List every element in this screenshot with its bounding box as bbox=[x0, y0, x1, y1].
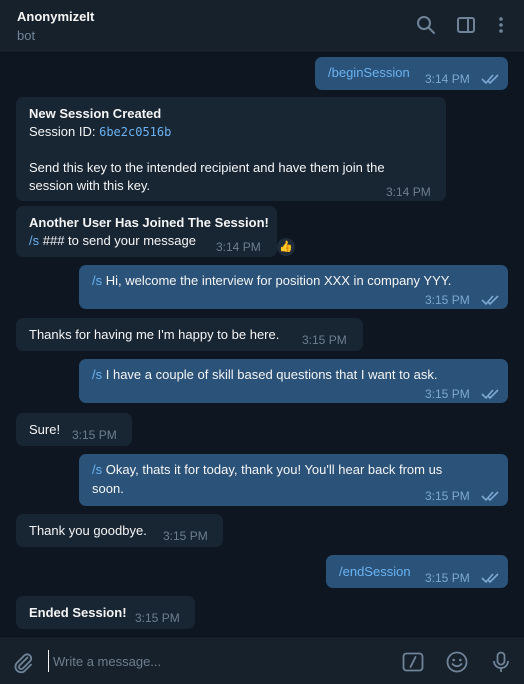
message-incoming[interactable]: Thank you goodbye. 3:15 PM bbox=[16, 514, 223, 547]
message-outgoing[interactable]: /s Hi, welcome the interview for positio… bbox=[79, 265, 508, 309]
message-text: Send this key to the intended recipient … bbox=[29, 160, 385, 175]
command-link[interactable]: /s bbox=[92, 462, 102, 477]
session-id-value[interactable]: 6be2c0516b bbox=[99, 125, 171, 139]
command-link[interactable]: /beginSession bbox=[328, 64, 410, 82]
message-time: 3:15 PM bbox=[425, 571, 470, 585]
command-link[interactable]: /endSession bbox=[339, 563, 411, 581]
chat-header: AnonymizeIt bot bbox=[0, 0, 524, 53]
message-time: 3:14 PM bbox=[425, 72, 470, 86]
message-time: 3:15 PM bbox=[425, 387, 470, 401]
message-time: 3:15 PM bbox=[425, 489, 470, 503]
message-incoming[interactable]: Ended Session! 3:15 PM bbox=[16, 596, 195, 629]
command-link[interactable]: /s bbox=[92, 273, 102, 288]
message-title: New Session Created bbox=[29, 106, 162, 121]
message-incoming[interactable]: Thanks for having me I'm happy to be her… bbox=[16, 318, 363, 351]
double-check-icon bbox=[481, 387, 501, 400]
double-check-icon bbox=[481, 293, 501, 306]
message-text: session with this key. bbox=[29, 178, 151, 193]
chat-title[interactable]: AnonymizeIt bbox=[17, 9, 94, 24]
message-list[interactable]: /beginSession 3:14 PM New Session Create… bbox=[0, 53, 524, 636]
message-time: 3:15 PM bbox=[163, 529, 208, 543]
message-outgoing[interactable]: /endSession 3:15 PM bbox=[326, 555, 508, 588]
double-check-icon bbox=[481, 72, 501, 85]
message-outgoing[interactable]: /s Okay, thats it for today, thank you! … bbox=[79, 454, 508, 506]
message-text: soon. bbox=[92, 481, 124, 496]
message-text: /s ### to send your message bbox=[29, 233, 196, 248]
sidebar-toggle-icon[interactable] bbox=[455, 14, 477, 36]
message-input[interactable] bbox=[48, 650, 388, 672]
message-incoming[interactable]: New Session Created Session ID: 6be2c051… bbox=[16, 97, 446, 201]
more-vertical-icon[interactable] bbox=[490, 14, 512, 36]
message-outgoing[interactable]: /beginSession 3:14 PM bbox=[315, 57, 508, 90]
emoji-icon[interactable] bbox=[445, 650, 469, 674]
message-time: 3:15 PM bbox=[302, 333, 347, 347]
double-check-icon bbox=[481, 489, 501, 502]
thumbs-up-reaction-icon[interactable]: 👍 bbox=[277, 238, 295, 256]
message-composer bbox=[0, 636, 524, 684]
message-time: 3:14 PM bbox=[216, 240, 261, 254]
message-time: 3:15 PM bbox=[72, 428, 117, 442]
message-incoming[interactable]: Another User Has Joined The Session! /s … bbox=[16, 206, 277, 257]
message-time: 3:14 PM bbox=[386, 185, 431, 199]
message-text: /s I have a couple of skill based questi… bbox=[92, 367, 438, 382]
message-text: /s Hi, welcome the interview for positio… bbox=[92, 273, 452, 288]
commands-icon[interactable] bbox=[401, 650, 425, 674]
command-link[interactable]: /s bbox=[92, 367, 102, 382]
double-check-icon bbox=[481, 571, 501, 584]
chat-subtitle: bot bbox=[17, 28, 36, 43]
message-text: /s Okay, thats it for today, thank you! … bbox=[92, 462, 443, 477]
message-time: 3:15 PM bbox=[135, 611, 180, 625]
message-title: Another User Has Joined The Session! bbox=[29, 215, 269, 230]
message-incoming[interactable]: Sure! 3:15 PM bbox=[16, 413, 132, 446]
message-text: Thank you goodbye. bbox=[29, 523, 147, 538]
message-text: Thanks for having me I'm happy to be her… bbox=[29, 327, 280, 342]
session-id-label: Session ID: 6be2c0516b bbox=[29, 124, 172, 139]
message-title: Ended Session! bbox=[29, 605, 127, 620]
command-link[interactable]: /s bbox=[29, 233, 39, 248]
message-outgoing[interactable]: /s I have a couple of skill based questi… bbox=[79, 359, 508, 403]
microphone-icon[interactable] bbox=[489, 650, 513, 674]
message-time: 3:15 PM bbox=[425, 293, 470, 307]
attach-icon[interactable] bbox=[11, 650, 35, 674]
search-icon[interactable] bbox=[415, 14, 437, 36]
message-text: Sure! bbox=[29, 422, 61, 437]
